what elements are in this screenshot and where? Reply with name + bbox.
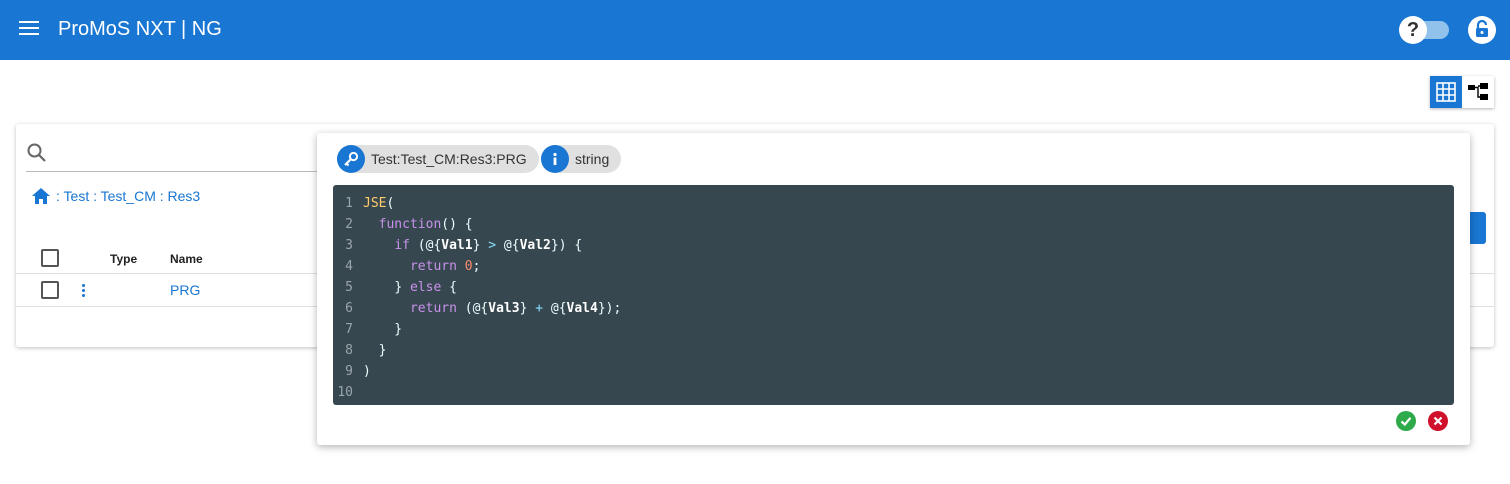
select-all-checkbox[interactable] [41, 249, 59, 267]
code-token: @{ [496, 238, 520, 253]
code-token: + [535, 301, 544, 316]
grid-icon [1436, 82, 1456, 102]
home-icon[interactable] [30, 186, 52, 206]
line-number: 9 [345, 364, 353, 379]
line-number: 5 [345, 280, 353, 295]
code-token: } [394, 280, 410, 295]
code-line: 7 } [333, 319, 1454, 340]
code-token: } [519, 301, 536, 316]
code-token: ( [386, 196, 395, 211]
code-line: 6 return (@{Val3} + @{Val4}); [333, 298, 1454, 319]
code-editor-popup: Test:Test_CM:Res3:PRG string 1 JSE( 2 fun… [317, 133, 1470, 445]
key-chip: Test:Test_CM:Res3:PRG [337, 145, 539, 173]
key-chip-label: Test:Test_CM:Res3:PRG [371, 151, 527, 167]
breadcrumb: : Test : Test_CM : Res3 [30, 186, 200, 206]
more-vert-icon[interactable] [82, 284, 86, 299]
help-icon: ? [1399, 16, 1427, 44]
help-toggle[interactable]: ? [1399, 16, 1451, 44]
line-number: 3 [345, 238, 353, 253]
code-token: Val1 [441, 238, 473, 253]
breadcrumb-item-res3[interactable]: : Res3 [160, 188, 200, 204]
code-token: ; [472, 259, 481, 274]
menu-icon[interactable] [19, 21, 39, 37]
lock-button[interactable] [1468, 16, 1496, 44]
unlock-icon [1476, 19, 1488, 37]
column-header-name[interactable]: Name [170, 252, 203, 266]
tree-icon [1468, 83, 1488, 100]
app-title: ProMoS NXT | NG [58, 18, 222, 40]
code-line: 9) [333, 361, 1454, 382]
info-icon [541, 145, 569, 173]
code-token: } [363, 322, 403, 337]
close-icon [1433, 416, 1443, 426]
code-token: Val2 [519, 238, 551, 253]
code-token: 0 [464, 259, 473, 274]
code-token: (@{ [409, 238, 442, 253]
line-number: 10 [337, 385, 353, 400]
code-token: }); [597, 301, 622, 316]
code-token: }) { [550, 238, 583, 253]
cancel-button[interactable] [1428, 411, 1448, 431]
code-line: 2 function() { [333, 214, 1454, 235]
code-token: ) [363, 364, 371, 379]
code-token: JSE [363, 196, 387, 211]
code-line: 10 [333, 382, 1454, 403]
code-token: return [409, 301, 457, 316]
code-token: (@{ [456, 301, 489, 316]
line-number: 7 [345, 322, 353, 337]
code-token: } [472, 238, 489, 253]
line-number: 8 [345, 343, 353, 358]
code-token: Val3 [488, 301, 520, 316]
code-area[interactable]: 1 JSE( 2 function() { 3 if (@{Val1} > @{V… [333, 185, 1454, 405]
code-token: function [378, 217, 442, 232]
top-app-bar: ProMoS NXT | NG ? [0, 0, 1510, 60]
code-token: else [409, 280, 442, 295]
view-toggle [1430, 76, 1494, 108]
tree-view-button[interactable] [1462, 76, 1494, 108]
confirm-button[interactable] [1396, 411, 1416, 431]
check-icon [1400, 417, 1412, 427]
code-token: Val4 [566, 301, 598, 316]
key-icon [337, 145, 365, 173]
code-token: return [409, 259, 457, 274]
line-number: 6 [345, 301, 353, 316]
code-token: if [394, 238, 410, 253]
code-token: () { [441, 217, 473, 232]
code-line: 1 JSE( [333, 193, 1454, 214]
row-name-link[interactable]: PRG [170, 282, 200, 298]
line-number: 4 [345, 259, 353, 274]
code-line: 8 } [333, 340, 1454, 361]
grid-view-button[interactable] [1430, 76, 1462, 108]
code-line: 4 return 0; [333, 256, 1454, 277]
line-number: 1 [345, 196, 353, 211]
code-token: @{ [543, 301, 567, 316]
type-chip: string [541, 145, 622, 173]
search-icon[interactable] [26, 142, 48, 164]
code-token: > [488, 238, 497, 253]
code-line: 5 } else { [333, 277, 1454, 298]
breadcrumb-item-test[interactable]: : Test [56, 188, 89, 204]
row-checkbox[interactable] [41, 281, 59, 299]
code-line: 3 if (@{Val1} > @{Val2}) { [333, 235, 1454, 256]
breadcrumb-item-test-cm[interactable]: : Test_CM [93, 188, 156, 204]
column-header-type[interactable]: Type [110, 252, 137, 266]
code-token: } [363, 343, 387, 358]
line-number: 2 [345, 217, 353, 232]
code-token: { [441, 280, 457, 295]
type-chip-label: string [575, 151, 610, 167]
